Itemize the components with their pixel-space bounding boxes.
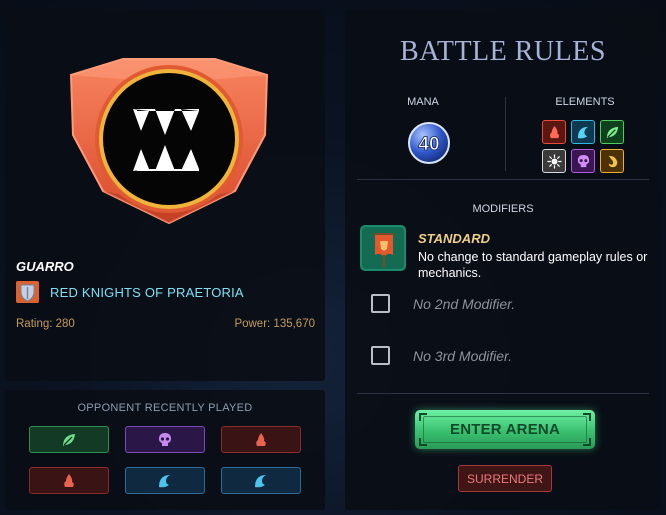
element-dragon (600, 149, 624, 173)
earth-leaf-icon (63, 433, 75, 446)
recent-splinter-water (221, 467, 301, 494)
surrender-label: SURRENDER (466, 471, 543, 486)
fire-flame-icon (64, 473, 74, 487)
empty-checkbox (371, 346, 390, 365)
life-sun-icon (546, 153, 562, 169)
opponent-panel: OPPONENT RECENTLY PLAYED (5, 390, 325, 510)
opponent-recent-grid (29, 426, 301, 494)
opponent-title: OPPONENT RECENTLY PLAYED (77, 402, 253, 414)
recent-splinter-earth (29, 426, 109, 453)
fire-flame-icon (256, 432, 266, 446)
mana-value: 40 (418, 134, 439, 155)
section-divider (505, 97, 506, 171)
element-fire (542, 120, 566, 144)
guild-shield-icon (16, 281, 39, 303)
death-skull-icon (159, 432, 171, 446)
guild-name[interactable]: RED KNIGHTS OF PRAETORIA (50, 285, 244, 300)
modifier-slot-label: No 3rd Modifier. (413, 347, 513, 364)
enter-arena-button[interactable]: ENTER ARENA (415, 410, 595, 449)
dragon-claw-icon (608, 155, 617, 167)
battle-rules-panel: BATTLE RULES MANA 40 ELEMENTS MODIFIERS … (345, 9, 661, 510)
modifier-slot-2: No 2nd Modifier. (371, 294, 515, 313)
rating-text: Rating: 280 (16, 318, 75, 330)
divider-line (357, 393, 649, 394)
allowed-elements-grid (542, 120, 624, 173)
modifiers-label: MODIFIERS (472, 203, 534, 215)
enter-arena-label: ENTER ARENA (450, 421, 560, 438)
recent-splinter-water (125, 467, 205, 494)
player-stats: Rating: 280 Power: 135,670 (16, 318, 315, 330)
modifier-description: No change to standard gameplay rules or … (418, 250, 648, 280)
element-death (571, 149, 595, 173)
recent-splinter-death (125, 426, 205, 453)
surrender-button[interactable]: SURRENDER (458, 465, 552, 492)
guild-row[interactable]: RED KNIGHTS OF PRAETORIA (16, 281, 244, 303)
standard-banner-icon (360, 225, 406, 271)
water-wave-icon (159, 474, 170, 487)
fanged-mouth-emblem-icon (67, 53, 271, 225)
water-wave-icon (577, 126, 588, 138)
modifier-slot-3: No 3rd Modifier. (371, 346, 512, 365)
element-earth (600, 120, 624, 144)
recent-splinter-fire (29, 467, 109, 494)
recent-splinter-fire (221, 426, 301, 453)
earth-leaf-icon (606, 126, 618, 138)
divider-line (357, 179, 649, 180)
player-name: GUARRO (16, 259, 74, 274)
modifier-name: STANDARD (418, 231, 490, 246)
power-text: Power: 135,670 (234, 318, 315, 330)
water-wave-icon (255, 474, 266, 487)
death-skull-icon (577, 154, 589, 167)
element-water (571, 120, 595, 144)
element-life (542, 149, 566, 173)
battle-rules-title: BATTLE RULES (400, 36, 606, 67)
fire-flame-icon (549, 125, 559, 138)
modifier-slot-label: No 2nd Modifier. (413, 295, 516, 312)
empty-checkbox (371, 294, 390, 313)
player-panel: GUARRO RED KNIGHTS OF PRAETORIA Rating: … (5, 9, 325, 381)
mana-badge: 40 (407, 121, 451, 165)
elements-label: ELEMENTS (555, 96, 615, 108)
mana-label: MANA (407, 96, 439, 108)
